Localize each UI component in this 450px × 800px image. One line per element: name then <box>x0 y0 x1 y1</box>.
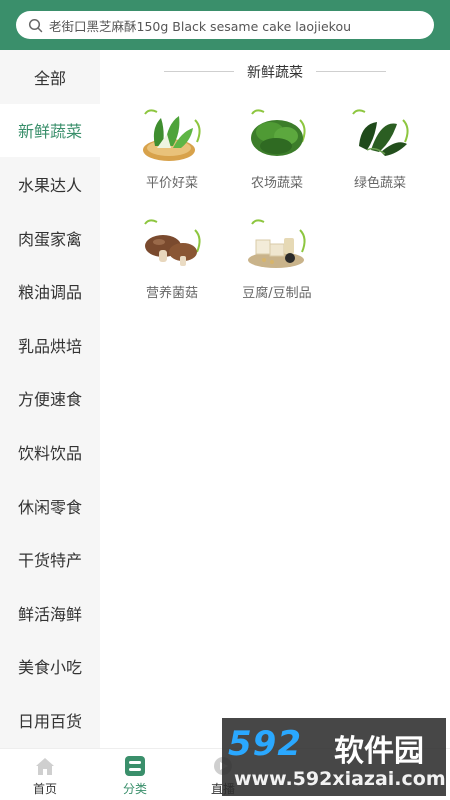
sidebar-item-label: 休闲零食 <box>17 497 82 517</box>
tab-category[interactable]: 分类 <box>100 755 170 797</box>
sidebar-item-label: 美食小吃 <box>17 658 82 678</box>
sidebar-item-daily-goods[interactable]: 日用百货 <box>0 693 100 747</box>
subcategory-tofu[interactable]: 豆腐/豆制品 <box>227 216 327 301</box>
sidebar-item-label: 新鲜蔬菜 <box>17 122 82 142</box>
sidebar-item-dry-goods[interactable]: 干货特产 <box>0 532 100 586</box>
section-title: 新鲜蔬菜 <box>100 62 450 82</box>
subcategory-green-vegetables[interactable]: 绿色蔬菜 <box>330 106 430 191</box>
sidebar-item-label: 水果达人 <box>17 175 82 195</box>
sidebar-item-label: 鲜活海鲜 <box>17 604 82 624</box>
section-title-text: 新鲜蔬菜 <box>247 65 303 81</box>
subcategory-farm-vegetables[interactable]: 农场蔬菜 <box>227 106 327 191</box>
title-divider-left <box>164 71 234 72</box>
sidebar-item-seafood[interactable]: 鲜活海鲜 <box>0 586 100 640</box>
subcategory-label: 农场蔬菜 <box>250 176 303 191</box>
sidebar-item-fresh-vegetables[interactable]: 新鲜蔬菜 <box>0 103 100 158</box>
subcategory-label: 豆腐/豆制品 <box>242 286 312 301</box>
category-icon <box>124 755 146 777</box>
search-placeholder: 老街口黑芝麻酥150g Black sesame cake laojiekou <box>49 18 352 34</box>
title-divider-right <box>316 71 386 72</box>
sidebar-item-label: 全部 <box>33 68 66 88</box>
mushroom-icon <box>137 216 207 276</box>
sidebar-item-snack-food[interactable]: 美食小吃 <box>0 640 100 694</box>
sidebar-item-instant-food[interactable]: 方便速食 <box>0 372 100 426</box>
sidebar-item-dairy-bakery[interactable]: 乳品烘培 <box>0 318 100 372</box>
tab-label: 分类 <box>122 782 147 796</box>
watermark: 592 软件园 www.592xiazai.com <box>222 718 446 796</box>
sidebar-item-label: 肉蛋家禽 <box>17 229 82 249</box>
search-bar[interactable]: 老街口黑芝麻酥150g Black sesame cake laojiekou <box>16 11 434 39</box>
sidebar-item-meat-eggs[interactable]: 肉蛋家禽 <box>0 211 100 265</box>
sidebar-item-drinks[interactable]: 饮料饮品 <box>0 425 100 479</box>
sidebar-item-label: 日用百货 <box>17 711 82 731</box>
watermark-url: www.592xiazai.com <box>234 768 446 790</box>
category-content: 新鲜蔬菜 平价好菜 农场蔬菜 绿色蔬菜 营养菌菇 豆腐/豆制品 <box>100 50 450 748</box>
watermark-name: 软件园 <box>334 734 424 769</box>
subcategory-label: 营养菌菇 <box>145 286 198 301</box>
sidebar-item-fruits[interactable]: 水果达人 <box>0 157 100 211</box>
tab-label: 首页 <box>32 782 57 796</box>
watermark-logo: 592 <box>228 724 302 764</box>
tab-home[interactable]: 首页 <box>10 755 80 797</box>
sidebar-item-snacks[interactable]: 休闲零食 <box>0 479 100 533</box>
subcategory-label: 平价好菜 <box>145 176 198 191</box>
app-header: 老街口黑芝麻酥150g Black sesame cake laojiekou <box>0 0 450 50</box>
search-icon <box>28 18 43 33</box>
sidebar-item-label: 方便速食 <box>17 390 82 410</box>
sidebar-item-label: 饮料饮品 <box>17 443 82 463</box>
greens-icon <box>242 106 312 166</box>
sidebar-item-label: 粮油调品 <box>17 283 82 303</box>
sidebar-item-label: 乳品烘培 <box>17 336 82 356</box>
subcategory-mushrooms[interactable]: 营养菌菇 <box>122 216 222 301</box>
home-icon <box>34 755 56 777</box>
tofu-icon <box>242 216 312 276</box>
subcategory-label: 绿色蔬菜 <box>353 176 406 191</box>
sidebar-item-label: 干货特产 <box>17 551 82 571</box>
subcategory-affordable-vegetables[interactable]: 平价好菜 <box>122 106 222 191</box>
spinach-icon <box>345 106 415 166</box>
sidebar-item-all[interactable]: 全部 <box>0 50 100 104</box>
bok-choy-icon <box>137 106 207 166</box>
sidebar-item-grain-oil[interactable]: 粮油调品 <box>0 264 100 318</box>
category-sidebar: 全部 新鲜蔬菜 水果达人 肉蛋家禽 粮油调品 乳品烘培 方便速食 饮料饮品 休闲… <box>0 50 100 748</box>
